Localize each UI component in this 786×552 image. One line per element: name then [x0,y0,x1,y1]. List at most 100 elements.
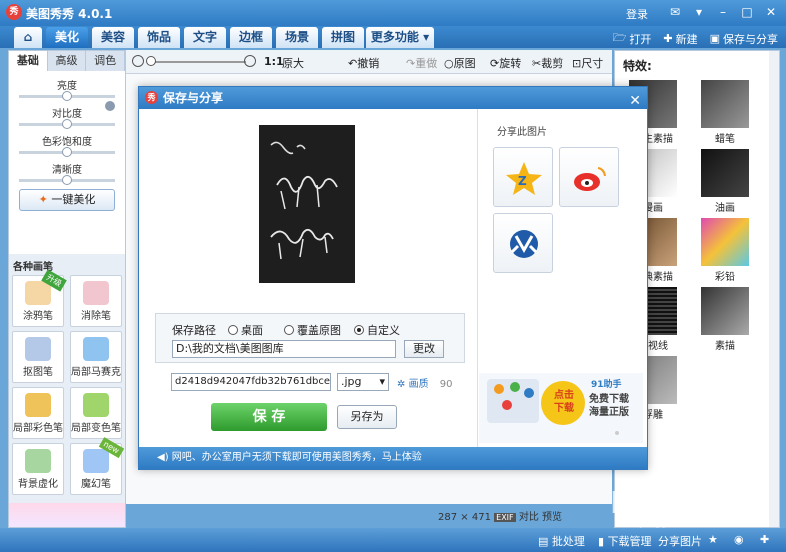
mosaic-icon [83,337,109,361]
brightness-thumb[interactable] [62,91,72,101]
maximize-icon[interactable]: □ [738,4,756,20]
brush-magic[interactable]: 魔幻笔 new [70,437,125,495]
adjust-subtabs: 基础 高级 调色 [9,51,126,71]
tab-more[interactable]: 更多功能 ▾ [366,27,434,48]
save-share-button[interactable]: ▣ 保存与分享 [710,29,778,48]
zoom-thumb[interactable] [146,56,156,66]
dialog-footer[interactable]: ◀) 网吧、办公室用户无须下载即可使用美图秀秀，马上体验 [139,447,647,469]
tab-collage[interactable]: 拼图 [322,27,364,48]
ad-banner[interactable]: 点击 下载 91助手 免费下载 海量正版 [479,373,643,443]
effect-crayon[interactable]: 蜡笔 [697,80,753,145]
dialog-close-icon[interactable]: ✕ [629,90,641,112]
brush-cutout[interactable]: 抠图笔 [12,331,64,383]
dialog-title: 保存与分享 [163,91,224,105]
weibo-status-icon[interactable]: ◉ [734,533,744,546]
exif-button[interactable]: EXIF [494,513,516,522]
subtab-basic[interactable]: 基础 [9,51,48,71]
feedback-icon[interactable]: ✉ [666,4,684,20]
tab-scene[interactable]: 场景 [276,27,318,48]
zoom-slider[interactable] [150,61,246,63]
brush-background-blur[interactable]: 背景虚化 [12,443,64,495]
extension-select[interactable]: .jpg ▾ [337,373,389,391]
close-icon[interactable]: ✕ [762,4,780,20]
menu-icon[interactable]: ▾ [690,4,708,20]
image-dimensions: 287 × 471 EXIF 对比 预览 [438,512,563,523]
contrast-thumb[interactable] [62,119,72,129]
download-manager-button[interactable]: ▮ 下载管理 [598,533,652,549]
effects-title: 特效: [623,59,652,73]
brush-mosaic[interactable]: 局部马赛克 [70,331,122,383]
filename-input[interactable]: d2418d942047fdb32b761dbcee311 [171,373,331,391]
open-button[interactable]: 🗁 打开 [613,29,652,48]
redo-button[interactable]: ↷重做 [406,55,437,71]
effect-oil[interactable]: 油画 [697,149,753,214]
radio-desktop[interactable]: 桌面 [228,322,263,338]
tab-text[interactable]: 文字 [184,27,226,48]
undo-icon: ↶ [348,57,358,70]
quality-setting[interactable]: ✲ 画质 90 [397,375,453,390]
share-renren-button[interactable] [493,213,553,273]
share-image-button[interactable]: 分享图片 [658,533,702,549]
save-share-dialog: 秀 保存与分享 ✕ 分享此图片 Z 保存路径 桌面 覆盖原图 自定义 D:\我的… [138,86,648,470]
one-click-beautify-button[interactable]: ✦ 一键美化 [19,189,115,211]
top-actions: 🗁 打开 ✚ 新建 ▣ 保存与分享 [613,29,778,48]
magic-icon: ✦ [38,193,48,206]
folder-icon: 🗁 [612,31,627,44]
zoom-out-icon[interactable] [132,55,144,67]
bottom-ad-banner[interactable] [9,503,125,527]
batch-icon: ▤ [538,535,549,548]
home-icon: ⌂ [23,30,33,44]
zoom-in-icon[interactable] [244,55,256,67]
brush-eraser[interactable]: 消除笔 [70,275,122,327]
preview-button[interactable]: 预览 [542,512,562,523]
radio-overwrite[interactable]: 覆盖原图 [284,322,341,338]
effect-pencil-sketch[interactable]: 素描 [697,287,753,352]
original-size-button[interactable]: 原大 [282,55,304,71]
resize-button[interactable]: ⊡尺寸 [572,55,603,71]
change-path-button[interactable]: 更改 [404,340,444,358]
effects-scrollbar[interactable] [769,51,779,527]
speaker-icon: ◀) [157,452,169,463]
batch-button[interactable]: ▤ 批处理 [538,533,585,549]
tab-makeup[interactable]: 美容 [92,27,134,48]
qzone-status-icon[interactable]: ★ [708,533,718,546]
share-title: 分享此图片 [497,127,547,138]
login-link[interactable]: 登录 [626,6,648,22]
main-tab-bar: ⌂ 美化 美容 饰品 文字 边框 场景 拼图 更多功能 ▾ 🗁 打开 ✚ 新建 ▣ 保… [0,26,786,48]
reset-icon[interactable] [105,101,115,111]
save-as-button[interactable]: 另存为 [337,405,397,429]
save-button[interactable]: 保 存 [211,403,327,431]
home-tab[interactable]: ⌂ [14,27,42,48]
rotate-icon: ⟳ [490,57,500,70]
tab-beautify[interactable]: 美化 [46,27,88,48]
add-status-icon[interactable]: ✚ [760,533,769,546]
redo-icon: ↷ [406,57,416,70]
minimize-icon[interactable]: – [714,4,732,20]
crop-button[interactable]: ✂裁剪 [532,55,563,71]
undo-button[interactable]: ↶撤销 [348,55,379,71]
subtab-advanced[interactable]: 高级 [47,51,87,71]
sharpness-thumb[interactable] [62,175,72,185]
tab-border[interactable]: 边框 [230,27,272,48]
edit-toolbar: 1:1 原大 ↶撤销 ↷重做 ○原图 ⟳旋转 ✂裁剪 ⊡尺寸 [126,50,612,74]
effect-color-pencil[interactable]: 彩铅 [697,218,753,283]
compare-button[interactable]: 对比 [519,512,539,523]
ratio-button[interactable]: 1:1 [264,55,284,68]
save-path-input[interactable]: D:\我的文档\美图图库 [172,340,396,358]
share-qzone-button[interactable]: Z [493,147,553,207]
brush-local-color[interactable]: 局部彩色笔 [12,387,64,439]
renren-icon [510,230,538,258]
radio-custom[interactable]: 自定义 [354,322,400,338]
tab-accessories[interactable]: 饰品 [138,27,180,48]
plus-icon: ✚ [663,32,673,45]
saturation-thumb[interactable] [62,147,72,157]
original-image-button[interactable]: ○原图 [444,55,476,71]
rotate-button[interactable]: ⟳旋转 [490,55,521,71]
share-weibo-button[interactable] [559,147,619,207]
subtab-color[interactable]: 调色 [86,51,126,71]
dialog-logo-icon: 秀 [145,91,158,104]
brush-doodle[interactable]: 涂鸦笔 升级 [12,269,67,327]
new-button[interactable]: ✚ 新建 [663,29,697,48]
color-brush-icon [25,393,51,417]
brush-local-recolor[interactable]: 局部变色笔 [70,387,122,439]
